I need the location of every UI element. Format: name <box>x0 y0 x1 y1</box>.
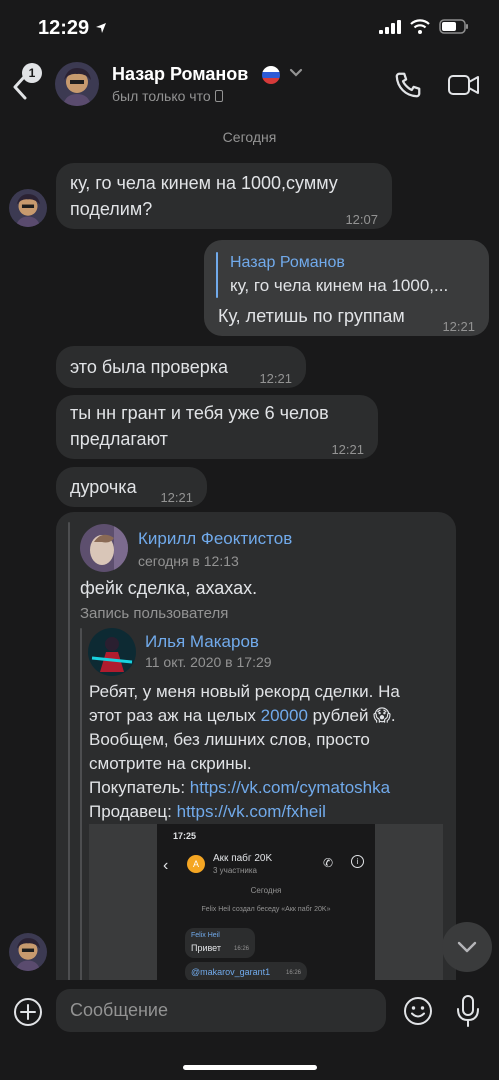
buyer-link[interactable]: https://vk.com/cymatoshka <box>190 778 390 797</box>
message-text: предлагают <box>70 429 168 449</box>
call-button[interactable] <box>393 70 423 100</box>
info-icon: i <box>351 855 364 868</box>
chat-header: 1 Назар Романов был только что <box>0 52 499 116</box>
forward-bar <box>68 522 70 1002</box>
signal-icon <box>379 19 401 34</box>
repost-author[interactable]: Илья Макаров <box>145 632 259 652</box>
chevron-down-icon[interactable] <box>288 65 304 81</box>
scroll-down-button[interactable] <box>442 922 492 972</box>
chat-avatar: А <box>187 855 205 873</box>
forwarded-message[interactable]: Кирилл Феоктистов сегодня в 12:13 фейк с… <box>56 512 456 1002</box>
attach-button[interactable] <box>12 996 44 1028</box>
repost-date: 11 окт. 2020 в 17:29 <box>145 654 272 670</box>
russia-flag-icon <box>262 66 280 84</box>
forward-text: фейк сделка, ахахах. <box>80 578 258 598</box>
forward-date: сегодня в 12:13 <box>138 553 239 569</box>
message-text: поделим? <box>70 199 153 219</box>
video-camera-icon <box>448 75 479 95</box>
video-call-button[interactable] <box>447 72 481 98</box>
message-time: 12:21 <box>331 442 364 457</box>
phone-icon <box>395 72 421 98</box>
message-text: дурочка <box>70 477 137 497</box>
contact-name[interactable]: Назар Романов <box>112 64 248 85</box>
message-composer <box>0 980 499 1080</box>
repost-bar <box>80 628 82 1002</box>
attached-screenshot[interactable]: 17:25 ‹ А Акк пабг 20K 3 участника ✆ i С… <box>89 824 443 1002</box>
microphone-icon <box>457 995 479 1027</box>
emoji-icon <box>404 997 432 1025</box>
message-text: это была проверка <box>70 357 229 377</box>
avatar[interactable] <box>80 524 128 572</box>
avatar[interactable] <box>9 933 47 971</box>
avatar[interactable] <box>9 189 47 227</box>
mobile-device-icon <box>214 90 223 102</box>
avatar[interactable] <box>88 628 136 676</box>
attach-plus-icon <box>14 998 42 1026</box>
message-bubble[interactable]: ку, го чела кинем на 1000,сумму поделим?… <box>56 163 392 229</box>
avatar[interactable] <box>55 62 99 106</box>
seller-link[interactable]: https://vk.com/fxheil <box>177 802 326 821</box>
message-bubble[interactable]: это была проверка 12:21 <box>56 346 306 388</box>
message-time: 12:07 <box>345 212 378 227</box>
back-chevron-icon: ‹ <box>163 857 169 874</box>
status-time: 12:29 <box>38 17 90 39</box>
unread-badge: 1 <box>22 63 42 83</box>
contact-status: был только что <box>112 88 223 104</box>
location-arrow-icon <box>96 23 106 33</box>
message-time: 12:21 <box>259 371 292 386</box>
home-indicator <box>183 1065 317 1070</box>
screenshot-content: 17:25 ‹ А Акк пабг 20K 3 участника ✆ i С… <box>157 824 375 1002</box>
repost-text: Ребят, у меня новый рекорд сделки. На эт… <box>89 682 400 821</box>
wifi-icon <box>410 19 430 34</box>
reply-bar <box>216 252 218 298</box>
scroll-down-chevron-icon <box>457 941 477 953</box>
message-bubble[interactable]: дурочка 12:21 <box>56 467 207 507</box>
message-bubble[interactable]: ты нн грант и тебя уже 6 челов предлагаю… <box>56 395 378 459</box>
message-text: ку, го чела кинем на 1000,сумму <box>70 173 338 193</box>
reply-author: Назар Романов <box>230 254 345 271</box>
message-text: ты нн грант и тебя уже 6 челов <box>70 403 329 423</box>
message-time: 12:21 <box>442 319 475 334</box>
message-input[interactable] <box>56 989 386 1032</box>
phone-icon: ✆ <box>323 856 334 870</box>
voice-message-button[interactable] <box>454 993 482 1029</box>
reply-text: ку, го чела кинем на 1000,... <box>230 276 449 295</box>
status-bar: 12:29 <box>0 0 499 52</box>
battery-icon <box>439 19 468 34</box>
message-time: 12:21 <box>160 490 193 505</box>
date-separator: Сегодня <box>222 129 277 145</box>
forward-author[interactable]: Кирилл Феоктистов <box>138 529 292 549</box>
message-bubble[interactable]: Назар Романов ку, го чела кинем на 1000,… <box>204 240 489 336</box>
repost-label: Запись пользователя <box>80 605 229 622</box>
message-text: Ку, летишь по группам <box>218 306 405 326</box>
emoji-button[interactable] <box>402 995 434 1027</box>
